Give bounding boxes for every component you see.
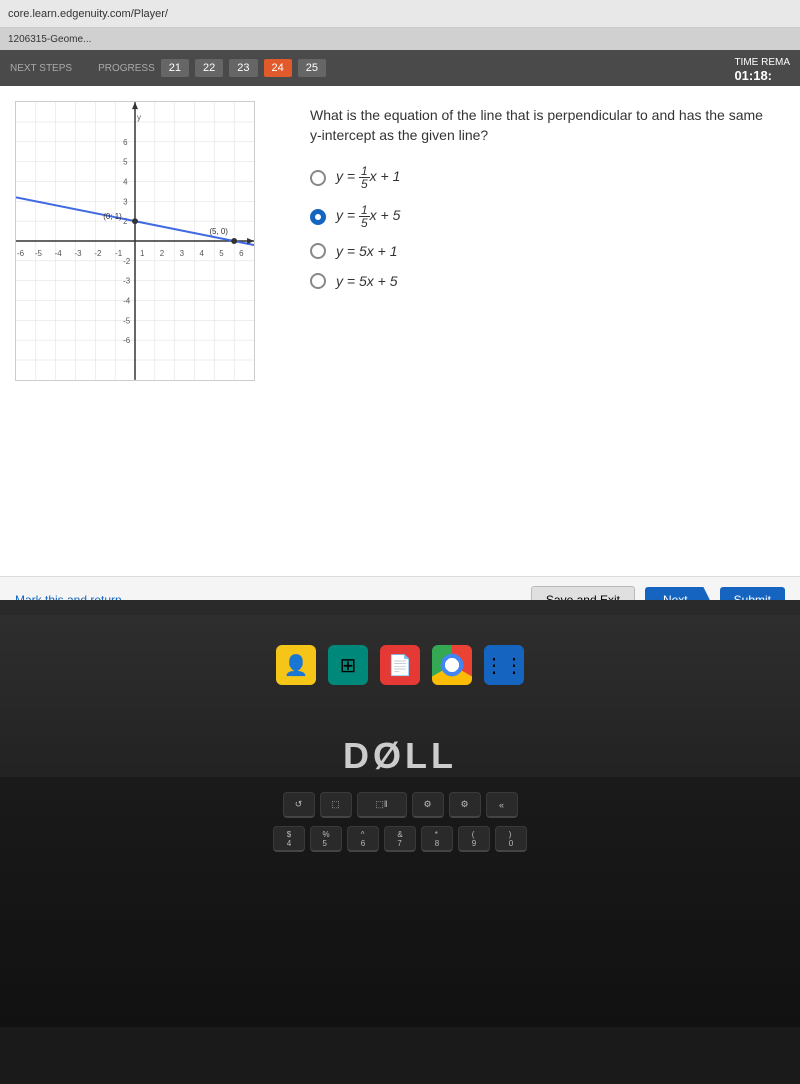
save-exit-button[interactable]: Save and Exit xyxy=(531,586,635,601)
key-8[interactable]: *8 xyxy=(421,826,453,852)
key-refresh[interactable]: ↺ xyxy=(283,792,315,818)
svg-text:(0; 1): (0; 1) xyxy=(103,212,122,221)
svg-text:(5, 0): (5, 0) xyxy=(209,227,228,236)
footer: Mark this and return Save and Exit Next … xyxy=(0,576,800,600)
svg-text:3: 3 xyxy=(180,249,185,258)
key-5[interactable]: %5 xyxy=(310,826,342,852)
svg-text:-4: -4 xyxy=(123,296,131,305)
svg-text:5: 5 xyxy=(123,158,128,167)
taskbar-icon-blue[interactable]: ⋮⋮ xyxy=(484,645,524,685)
taskbar-icon-grid[interactable]: ⊞ xyxy=(328,645,368,685)
svg-text:4: 4 xyxy=(199,249,204,258)
radio-4 xyxy=(310,273,326,289)
nav-btn-22[interactable]: 22 xyxy=(195,59,223,77)
svg-text:6: 6 xyxy=(123,138,128,147)
svg-text:-6: -6 xyxy=(17,249,25,258)
progress-label: PROGRESS xyxy=(98,63,155,74)
mark-return-link[interactable]: Mark this and return xyxy=(15,593,122,601)
svg-text:5: 5 xyxy=(219,249,224,258)
nav-btn-24[interactable]: 24 xyxy=(264,59,292,77)
svg-text:-2: -2 xyxy=(94,249,101,258)
submit-button[interactable]: Submit xyxy=(720,587,785,601)
option-3-label: y = 5x + 1 xyxy=(336,243,397,259)
option-2[interactable]: y = 15x + 5 xyxy=(310,204,770,229)
laptop-body: 👤 ⊞ 📄 ⋮⋮ DØLL ↺ ⬚ ⬚‖ ⚙ ⚙ « $4 %5 ^6 &7 *… xyxy=(0,615,800,1084)
tab-bar: 1206315-Geome... xyxy=(0,28,800,50)
key-0[interactable]: )0 xyxy=(495,826,527,852)
question-text: What is the equation of the line that is… xyxy=(310,106,770,145)
key-9[interactable]: (9 xyxy=(458,826,490,852)
key-settings1[interactable]: ⚙ xyxy=(412,792,444,818)
tab-label: 1206315-Geome... xyxy=(8,34,91,45)
dell-logo: DØLL xyxy=(0,735,800,777)
svg-text:-5: -5 xyxy=(123,316,131,325)
svg-text:6: 6 xyxy=(239,249,244,258)
screen: core.learn.edgenuity.com/Player/ 1206315… xyxy=(0,0,800,600)
timer-label: TIME REMA xyxy=(734,57,790,68)
option-2-label: y = 15x + 5 xyxy=(336,204,400,229)
svg-text:-2: -2 xyxy=(123,257,130,266)
svg-text:1: 1 xyxy=(140,249,145,258)
svg-text:3: 3 xyxy=(123,197,128,206)
svg-text:-5: -5 xyxy=(35,249,43,258)
option-1[interactable]: y = 15x + 1 xyxy=(310,165,770,190)
option-4-label: y = 5x + 5 xyxy=(336,273,397,289)
option-4[interactable]: y = 5x + 5 xyxy=(310,273,770,289)
laptop-bezel xyxy=(0,600,800,615)
taskbar-icon-chrome[interactable] xyxy=(432,645,472,685)
key-settings2[interactable]: ⚙ xyxy=(449,792,481,818)
keyboard-row-1: ↺ ⬚ ⬚‖ ⚙ ⚙ « xyxy=(20,792,780,818)
svg-text:-3: -3 xyxy=(123,277,131,286)
nav-btn-23[interactable]: 23 xyxy=(229,59,257,77)
question-area: What is the equation of the line that is… xyxy=(290,96,790,566)
nav-btn-25[interactable]: 25 xyxy=(298,59,326,77)
key-window[interactable]: ⬚ xyxy=(320,792,352,818)
url-bar: core.learn.edgenuity.com/Player/ xyxy=(8,8,168,20)
options-list: y = 15x + 1 y = 15x + 5 y = 5x + 1 xyxy=(310,165,770,289)
main-content: 1 2 3 4 5 6 x -1 -2 -3 -4 -5 -6 2 3 4 xyxy=(0,86,800,576)
timer-value: 01:18: xyxy=(734,68,772,83)
option-1-label: y = 15x + 1 xyxy=(336,165,400,190)
radio-3 xyxy=(310,243,326,259)
key-6[interactable]: ^6 xyxy=(347,826,379,852)
svg-text:-1: -1 xyxy=(115,249,123,258)
key-7[interactable]: &7 xyxy=(384,826,416,852)
option-3[interactable]: y = 5x + 1 xyxy=(310,243,770,259)
timer: TIME REMA 01:18: xyxy=(734,53,790,83)
key-4[interactable]: $4 xyxy=(273,826,305,852)
keyboard-area: ↺ ⬚ ⬚‖ ⚙ ⚙ « $4 %5 ^6 &7 *8 (9 )0 xyxy=(0,777,800,1027)
taskbar: 👤 ⊞ 📄 ⋮⋮ xyxy=(0,615,800,685)
keyboard-row-2: $4 %5 ^6 &7 *8 (9 )0 xyxy=(20,826,780,852)
next-button[interactable]: Next xyxy=(645,587,710,601)
svg-text:-4: -4 xyxy=(55,249,63,258)
taskbar-icon-doc[interactable]: 📄 xyxy=(380,645,420,685)
browser-bar: core.learn.edgenuity.com/Player/ xyxy=(0,0,800,28)
key-splitscreen[interactable]: ⬚‖ xyxy=(357,792,407,818)
graph-area: 1 2 3 4 5 6 x -1 -2 -3 -4 -5 -6 2 3 4 xyxy=(10,96,290,566)
nav-steps-label: NEXT STEPS xyxy=(10,63,72,74)
radio-2 xyxy=(310,209,326,225)
taskbar-icon-person[interactable]: 👤 xyxy=(276,645,316,685)
radio-1 xyxy=(310,170,326,186)
nav-btn-21[interactable]: 21 xyxy=(161,59,189,77)
key-back[interactable]: « xyxy=(486,792,518,818)
svg-text:-6: -6 xyxy=(123,336,131,345)
graph-container: 1 2 3 4 5 6 x -1 -2 -3 -4 -5 -6 2 3 4 xyxy=(15,101,255,381)
graph-svg: 1 2 3 4 5 6 x -1 -2 -3 -4 -5 -6 2 3 4 xyxy=(16,102,254,380)
top-nav: NEXT STEPS PROGRESS 21 22 23 24 25 TIME … xyxy=(0,50,800,86)
svg-text:y: y xyxy=(137,113,141,122)
svg-text:4: 4 xyxy=(123,177,128,186)
svg-text:-3: -3 xyxy=(75,249,83,258)
svg-text:2: 2 xyxy=(160,249,164,258)
